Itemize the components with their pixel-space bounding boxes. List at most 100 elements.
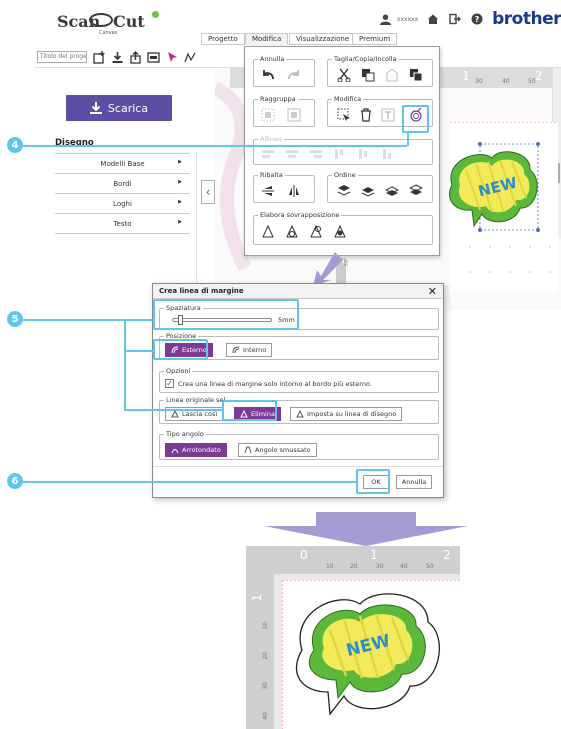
logout-icon[interactable] xyxy=(448,12,462,26)
align-middle-icon[interactable] xyxy=(356,146,372,162)
new-project-icon[interactable] xyxy=(93,51,107,65)
category-item-loghi[interactable]: Loghi ▶ xyxy=(55,194,190,214)
highlight-ok xyxy=(356,469,390,494)
align-left-icon[interactable] xyxy=(260,146,276,162)
tab-modifica[interactable]: Modifica xyxy=(245,33,289,45)
help-icon[interactable]: ? xyxy=(470,12,484,26)
tab-premium[interactable]: Premium xyxy=(352,33,398,45)
ruler-minor: 40 xyxy=(400,563,408,570)
home-icon[interactable] xyxy=(426,12,440,26)
group-icon[interactable] xyxy=(260,107,276,123)
category-list: Modelli Base ▶ Bordi ▶ Loghi ▶ Testo ▶ xyxy=(55,153,190,234)
align-right-icon[interactable] xyxy=(308,146,324,162)
exclude-icon[interactable] xyxy=(332,224,348,240)
category-label: Testo xyxy=(113,219,132,228)
close-icon[interactable]: ✕ xyxy=(428,284,437,299)
annulla-button[interactable]: Annulla xyxy=(396,475,432,489)
tab-visualizzazione[interactable]: Visualizzazione xyxy=(289,33,357,45)
preview-ruler-left: 1 10 20 30 40 xyxy=(246,574,274,729)
callout-line-5 xyxy=(23,319,124,321)
scancut-logo: Scan Cut Canvas xyxy=(57,10,167,36)
group-title: Annulla xyxy=(258,55,287,63)
text-edit-icon[interactable] xyxy=(380,107,396,123)
ruler-minor: 40 xyxy=(262,712,269,720)
align-bottom-icon[interactable] xyxy=(380,146,396,162)
download-icon[interactable] xyxy=(111,51,125,65)
step-arrow-down xyxy=(305,252,345,286)
chevron-right-icon: ▶ xyxy=(178,219,182,225)
copy-icon[interactable] xyxy=(360,67,376,83)
logo-badge xyxy=(151,10,160,19)
category-item-testo[interactable]: Testo ▶ xyxy=(55,214,190,234)
send-to-back-icon[interactable] xyxy=(408,183,424,199)
ruler-number: 2 xyxy=(443,548,451,562)
group-ordine: Ordine xyxy=(327,171,433,203)
highlight-elimina xyxy=(222,400,277,421)
category-label: Bordi xyxy=(113,179,132,188)
ruler-number: 1 xyxy=(370,548,378,562)
weld-icon[interactable] xyxy=(260,224,276,240)
tipo-angolo-label: Tipo angolo xyxy=(164,430,206,438)
category-item-bordi[interactable]: Bordi ▶ xyxy=(55,174,190,194)
ruler-number: 0 xyxy=(300,548,308,562)
bring-to-front-icon[interactable] xyxy=(336,183,352,199)
node-edit-icon[interactable] xyxy=(184,51,198,65)
dialog-divider xyxy=(153,466,443,467)
interno-button[interactable]: Interno xyxy=(226,343,273,357)
download-icon xyxy=(89,102,102,114)
round-corner-icon xyxy=(171,449,179,454)
group-allinea: Allinea xyxy=(253,135,433,165)
paste-icon[interactable] xyxy=(408,67,424,83)
ruler-minor: 50 xyxy=(528,78,536,85)
flip-horizontal-icon[interactable] xyxy=(286,183,302,199)
intersect-icon[interactable] xyxy=(308,224,324,240)
user-name[interactable]: xxxxxx xyxy=(397,16,418,23)
flip-vertical-icon[interactable] xyxy=(260,183,276,199)
select-node-icon[interactable] xyxy=(336,107,352,123)
scissors-icon[interactable] xyxy=(336,67,352,83)
section-linea-originale: Linea originale sel Lascia così Elimina … xyxy=(159,396,439,424)
logo-text-cut: Cut xyxy=(113,12,145,31)
align-center-icon[interactable] xyxy=(284,146,300,162)
category-item-modelli-base[interactable]: Modelli Base ▶ xyxy=(55,154,190,174)
ruler-minor: 30 xyxy=(262,682,269,690)
undo-icon[interactable] xyxy=(260,67,276,83)
chevron-right-icon: ▶ xyxy=(178,179,182,185)
image-icon[interactable] xyxy=(147,51,161,65)
imposta-linea-disegno-button[interactable]: Imposta su linea di disegno xyxy=(290,407,403,421)
project-title-input[interactable]: Titolo del progetto xyxy=(37,51,87,63)
bring-forward-icon[interactable] xyxy=(360,183,376,199)
ruler-minor: 30 xyxy=(376,563,384,570)
paste-disabled-icon[interactable] xyxy=(384,67,400,83)
collapse-panel-button[interactable]: ‹ xyxy=(201,180,215,204)
tab-progetto[interactable]: Progetto xyxy=(201,33,245,45)
section-title-disegno: Disegno xyxy=(55,138,94,148)
user-icon[interactable] xyxy=(379,12,393,26)
align-top-icon[interactable] xyxy=(332,146,348,162)
upload-icon[interactable] xyxy=(129,51,143,65)
subtract-icon[interactable] xyxy=(284,224,300,240)
opzioni-label: Opzioni xyxy=(164,367,193,375)
imposta-label: Imposta su linea di disegno xyxy=(307,410,397,418)
callout-number-5: 5 xyxy=(7,311,23,327)
redo-icon[interactable] xyxy=(286,67,302,83)
group-title: Ribalta xyxy=(258,171,285,179)
category-label: Modelli Base xyxy=(100,159,145,168)
trash-icon[interactable] xyxy=(358,107,374,123)
scarica-button[interactable]: Scarica xyxy=(66,95,172,121)
arrotondato-button[interactable]: Arrotondato xyxy=(165,443,227,457)
ungroup-icon[interactable] xyxy=(286,107,302,123)
send-backward-icon[interactable] xyxy=(384,183,400,199)
ruler-number: 2 xyxy=(535,69,543,83)
callout-number-6: 6 xyxy=(7,473,23,489)
smussato-label: Angolo smussato xyxy=(255,446,311,454)
outer-only-checkbox[interactable]: ✓ xyxy=(165,379,174,388)
group-title: Modifica xyxy=(332,95,364,103)
keep-line-icon xyxy=(171,410,179,418)
select-arrow-icon[interactable] xyxy=(166,51,180,65)
highlight-offset-icon xyxy=(402,105,429,133)
preview-ruler-top: 0 1 2 10 20 30 40 50 xyxy=(246,546,460,574)
drawing-line-icon xyxy=(296,410,304,418)
new-sticker-selected[interactable]: NEW xyxy=(440,140,542,232)
angolo-smussato-button[interactable]: Angolo smussato xyxy=(238,443,317,457)
